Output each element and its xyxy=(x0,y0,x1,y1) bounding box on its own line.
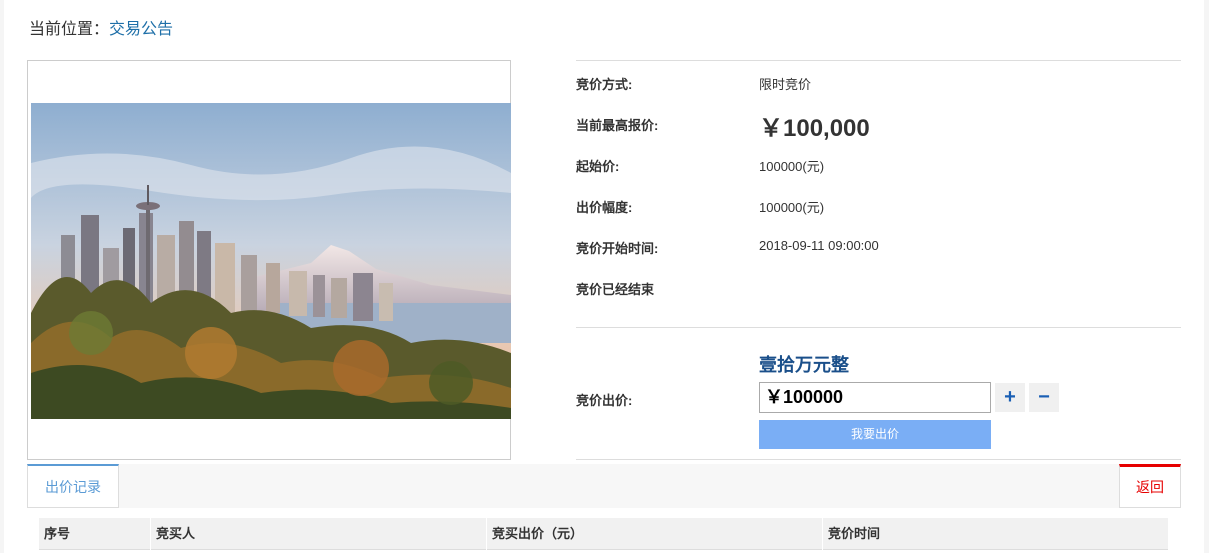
increment-label: 出价幅度: xyxy=(576,200,633,215)
start-price-value: 100000(元) xyxy=(759,159,825,174)
bid-amount-input[interactable]: ￥100000 xyxy=(759,382,991,413)
highest-price-label: 当前最高报价: xyxy=(576,118,659,133)
submit-bid-button[interactable]: 我要出价 xyxy=(759,420,991,449)
divider xyxy=(576,327,1181,328)
method-value: 限时竞价 xyxy=(759,77,812,92)
breadcrumb-link[interactable]: 交易公告 xyxy=(109,21,173,38)
bid-records-table-header: 序号 竞买人 竞买出价（元） 竞价时间 xyxy=(39,518,1169,550)
breadcrumb-prefix: 当前位置： xyxy=(29,21,110,38)
item-photo xyxy=(31,103,511,419)
start-time-label: 竞价开始时间: xyxy=(576,241,659,256)
bid-amount-words: 壹拾万元整 xyxy=(759,355,849,375)
start-time-value: 2018-09-11 09:00:00 xyxy=(759,238,879,253)
column-header-index: 序号 xyxy=(39,518,151,550)
back-button[interactable]: 返回 xyxy=(1119,464,1181,508)
auction-status: 竞价已经结束 xyxy=(576,282,655,297)
column-header-bid-amount: 竞买出价（元） xyxy=(487,518,823,550)
column-header-bid-time: 竞价时间 xyxy=(823,518,1169,550)
page: 当前位置：交易公告 竞价方式: 限时竞价 当前最高报价: ￥100,000 起始… xyxy=(4,0,1204,553)
item-photo-frame xyxy=(27,60,511,460)
tab-bar: 出价记录 返回 xyxy=(27,464,1181,508)
breadcrumb: 当前位置：交易公告 xyxy=(29,15,173,39)
decrease-bid-button[interactable]: − xyxy=(1029,383,1059,412)
bid-label: 竞价出价: xyxy=(576,393,633,408)
method-label: 竞价方式: xyxy=(576,77,633,92)
increase-bid-button[interactable]: + xyxy=(995,383,1025,412)
tab-bid-records[interactable]: 出价记录 xyxy=(27,464,119,508)
increment-value: 100000(元) xyxy=(759,200,825,215)
column-header-bidder: 竞买人 xyxy=(151,518,487,550)
highest-price-value: ￥100,000 xyxy=(759,115,870,142)
auction-info-panel: 竞价方式: 限时竞价 当前最高报价: ￥100,000 起始价: 100000(… xyxy=(576,60,1181,460)
start-price-label: 起始价: xyxy=(576,159,620,174)
